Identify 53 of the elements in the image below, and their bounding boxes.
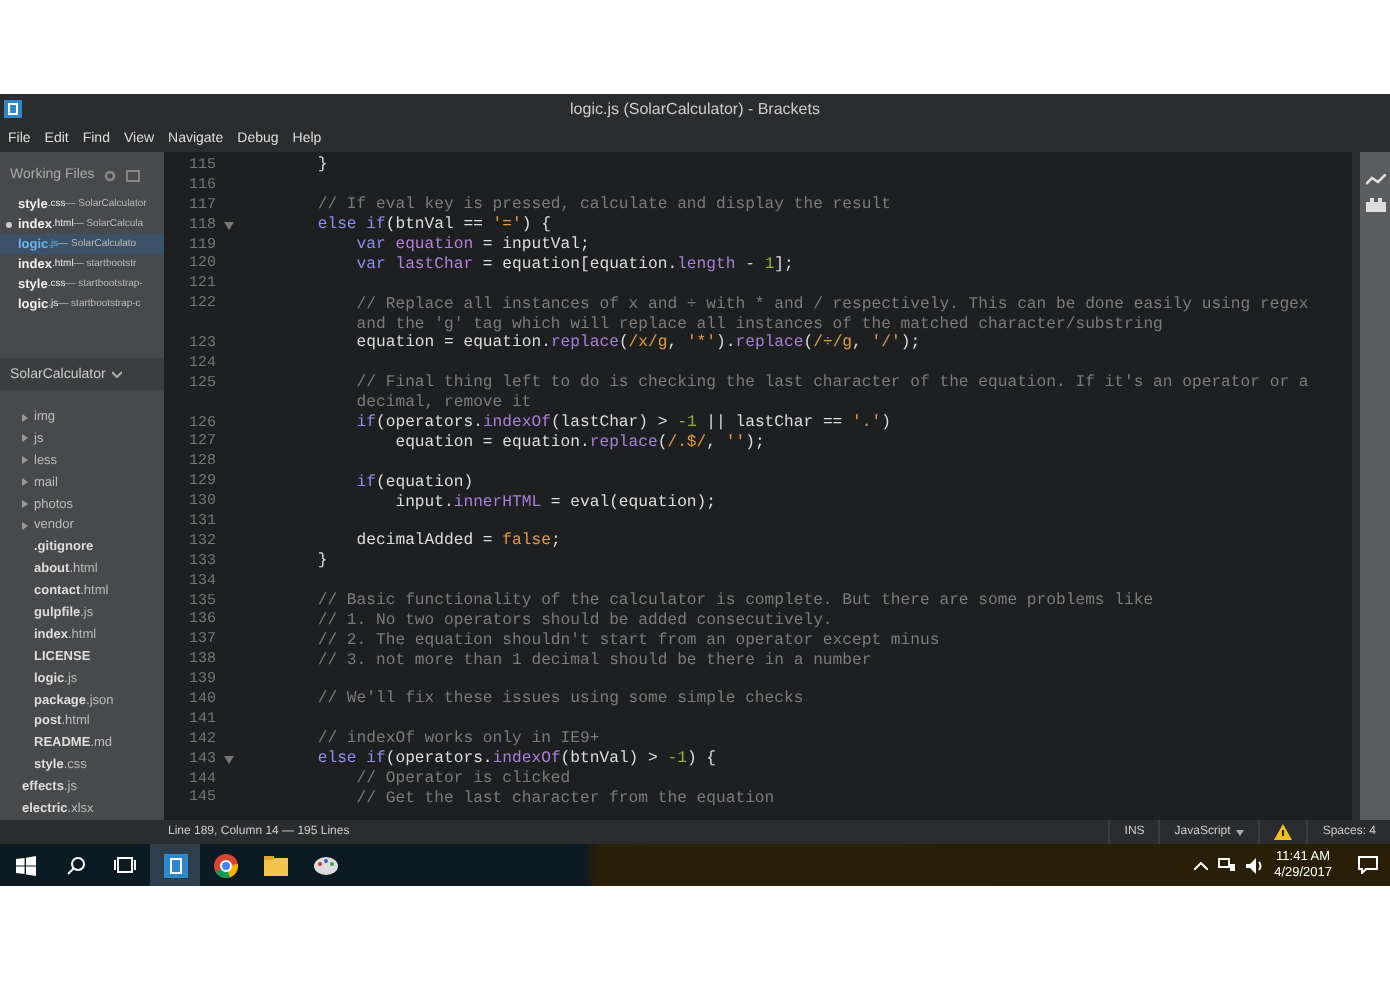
expand-arrow-icon bbox=[22, 434, 28, 443]
code-line: // 1. No two operators should be added consecutively. bbox=[315, 611, 833, 630]
windows-start-icon[interactable] bbox=[15, 855, 35, 875]
code-line: // We'll fix these issues using some simple checks bbox=[315, 690, 804, 709]
folder-icon[interactable] bbox=[263, 855, 287, 875]
browser-icon[interactable] bbox=[213, 853, 237, 877]
code-line: // 2. The equation shouldn't start from an operator except minus bbox=[315, 631, 940, 650]
code-line: input.innerHTML = eval(equation); bbox=[393, 493, 717, 512]
code-line: // If eval key is pressed, calculate and display the result bbox=[315, 196, 891, 215]
code-line: // Replace all instances of x and ÷ with * and / respectively. This can be done easily using regex bbox=[354, 295, 1309, 314]
editor-app-icon[interactable] bbox=[163, 853, 187, 877]
code-line: equation = equation.replace(/x/g, '*').replace(/÷/g, '/'); bbox=[354, 334, 921, 353]
code-line: var lastChar = equation[equation.length - 1]; bbox=[354, 255, 794, 274]
warning-icon[interactable] bbox=[1274, 824, 1293, 840]
code-line: // Basic functionality of the calculator is complete. But there are some problems like bbox=[315, 592, 1154, 611]
search-icon[interactable] bbox=[65, 855, 85, 875]
code-line: } bbox=[315, 552, 328, 571]
live-preview-icon[interactable] bbox=[1365, 174, 1385, 186]
fold-arrow-icon[interactable] bbox=[223, 755, 233, 764]
code-line: } bbox=[315, 156, 328, 175]
notifications-icon[interactable] bbox=[1358, 856, 1378, 874]
expand-arrow-icon bbox=[22, 500, 28, 509]
settings-icon[interactable] bbox=[104, 169, 117, 181]
window-title: logic.js (SolarCalculator) - Brackets bbox=[570, 100, 822, 118]
code-line: else if(btnVal == '=') { bbox=[315, 216, 551, 235]
code-line: equation = equation.replace(/.$/, ''); bbox=[393, 433, 765, 452]
task-view-icon[interactable] bbox=[114, 856, 136, 874]
chevron-up-icon[interactable] bbox=[1194, 861, 1209, 869]
extension-icon[interactable] bbox=[1365, 198, 1385, 212]
code-line: // 3. not more than 1 decimal should be there in a number bbox=[315, 651, 872, 670]
fold-arrow-icon[interactable] bbox=[223, 221, 233, 230]
code-line: decimalAdded = false; bbox=[354, 532, 561, 551]
code-line: if(equation) bbox=[354, 473, 474, 492]
code-line: // Get the last character from the equation bbox=[354, 789, 775, 808]
code-line: // Final thing left to do is checking the last character of the equation. If it's an operator or a bbox=[354, 374, 1309, 393]
code-line: var equation = inputVal; bbox=[354, 236, 590, 254]
paint-palette-icon[interactable] bbox=[313, 854, 337, 876]
code-line: // indexOf works only in IE9+ bbox=[315, 730, 600, 749]
split-view-icon[interactable] bbox=[126, 169, 141, 181]
code-line: decimal, remove it bbox=[354, 394, 532, 413]
expand-arrow-icon bbox=[22, 456, 28, 465]
app-icon bbox=[4, 100, 22, 118]
code-line: and the 'g' tag which will replace all instances of the matched character/substring bbox=[354, 315, 1163, 334]
expand-arrow-icon bbox=[22, 478, 28, 487]
code-line: if(operators.indexOf(lastChar) > -1 || lastChar == '.') bbox=[354, 414, 891, 433]
volume-icon[interactable] bbox=[1246, 857, 1265, 873]
network-icon[interactable] bbox=[1218, 858, 1237, 872]
code-line: // Operator is clicked bbox=[354, 770, 571, 789]
expand-arrow-icon bbox=[22, 413, 28, 422]
caret-icon bbox=[111, 370, 122, 379]
expand-arrow-icon bbox=[22, 521, 28, 530]
caret-icon bbox=[1236, 829, 1245, 835]
code-line: else if(operators.indexOf(btnVal) > -1) { bbox=[315, 750, 717, 769]
